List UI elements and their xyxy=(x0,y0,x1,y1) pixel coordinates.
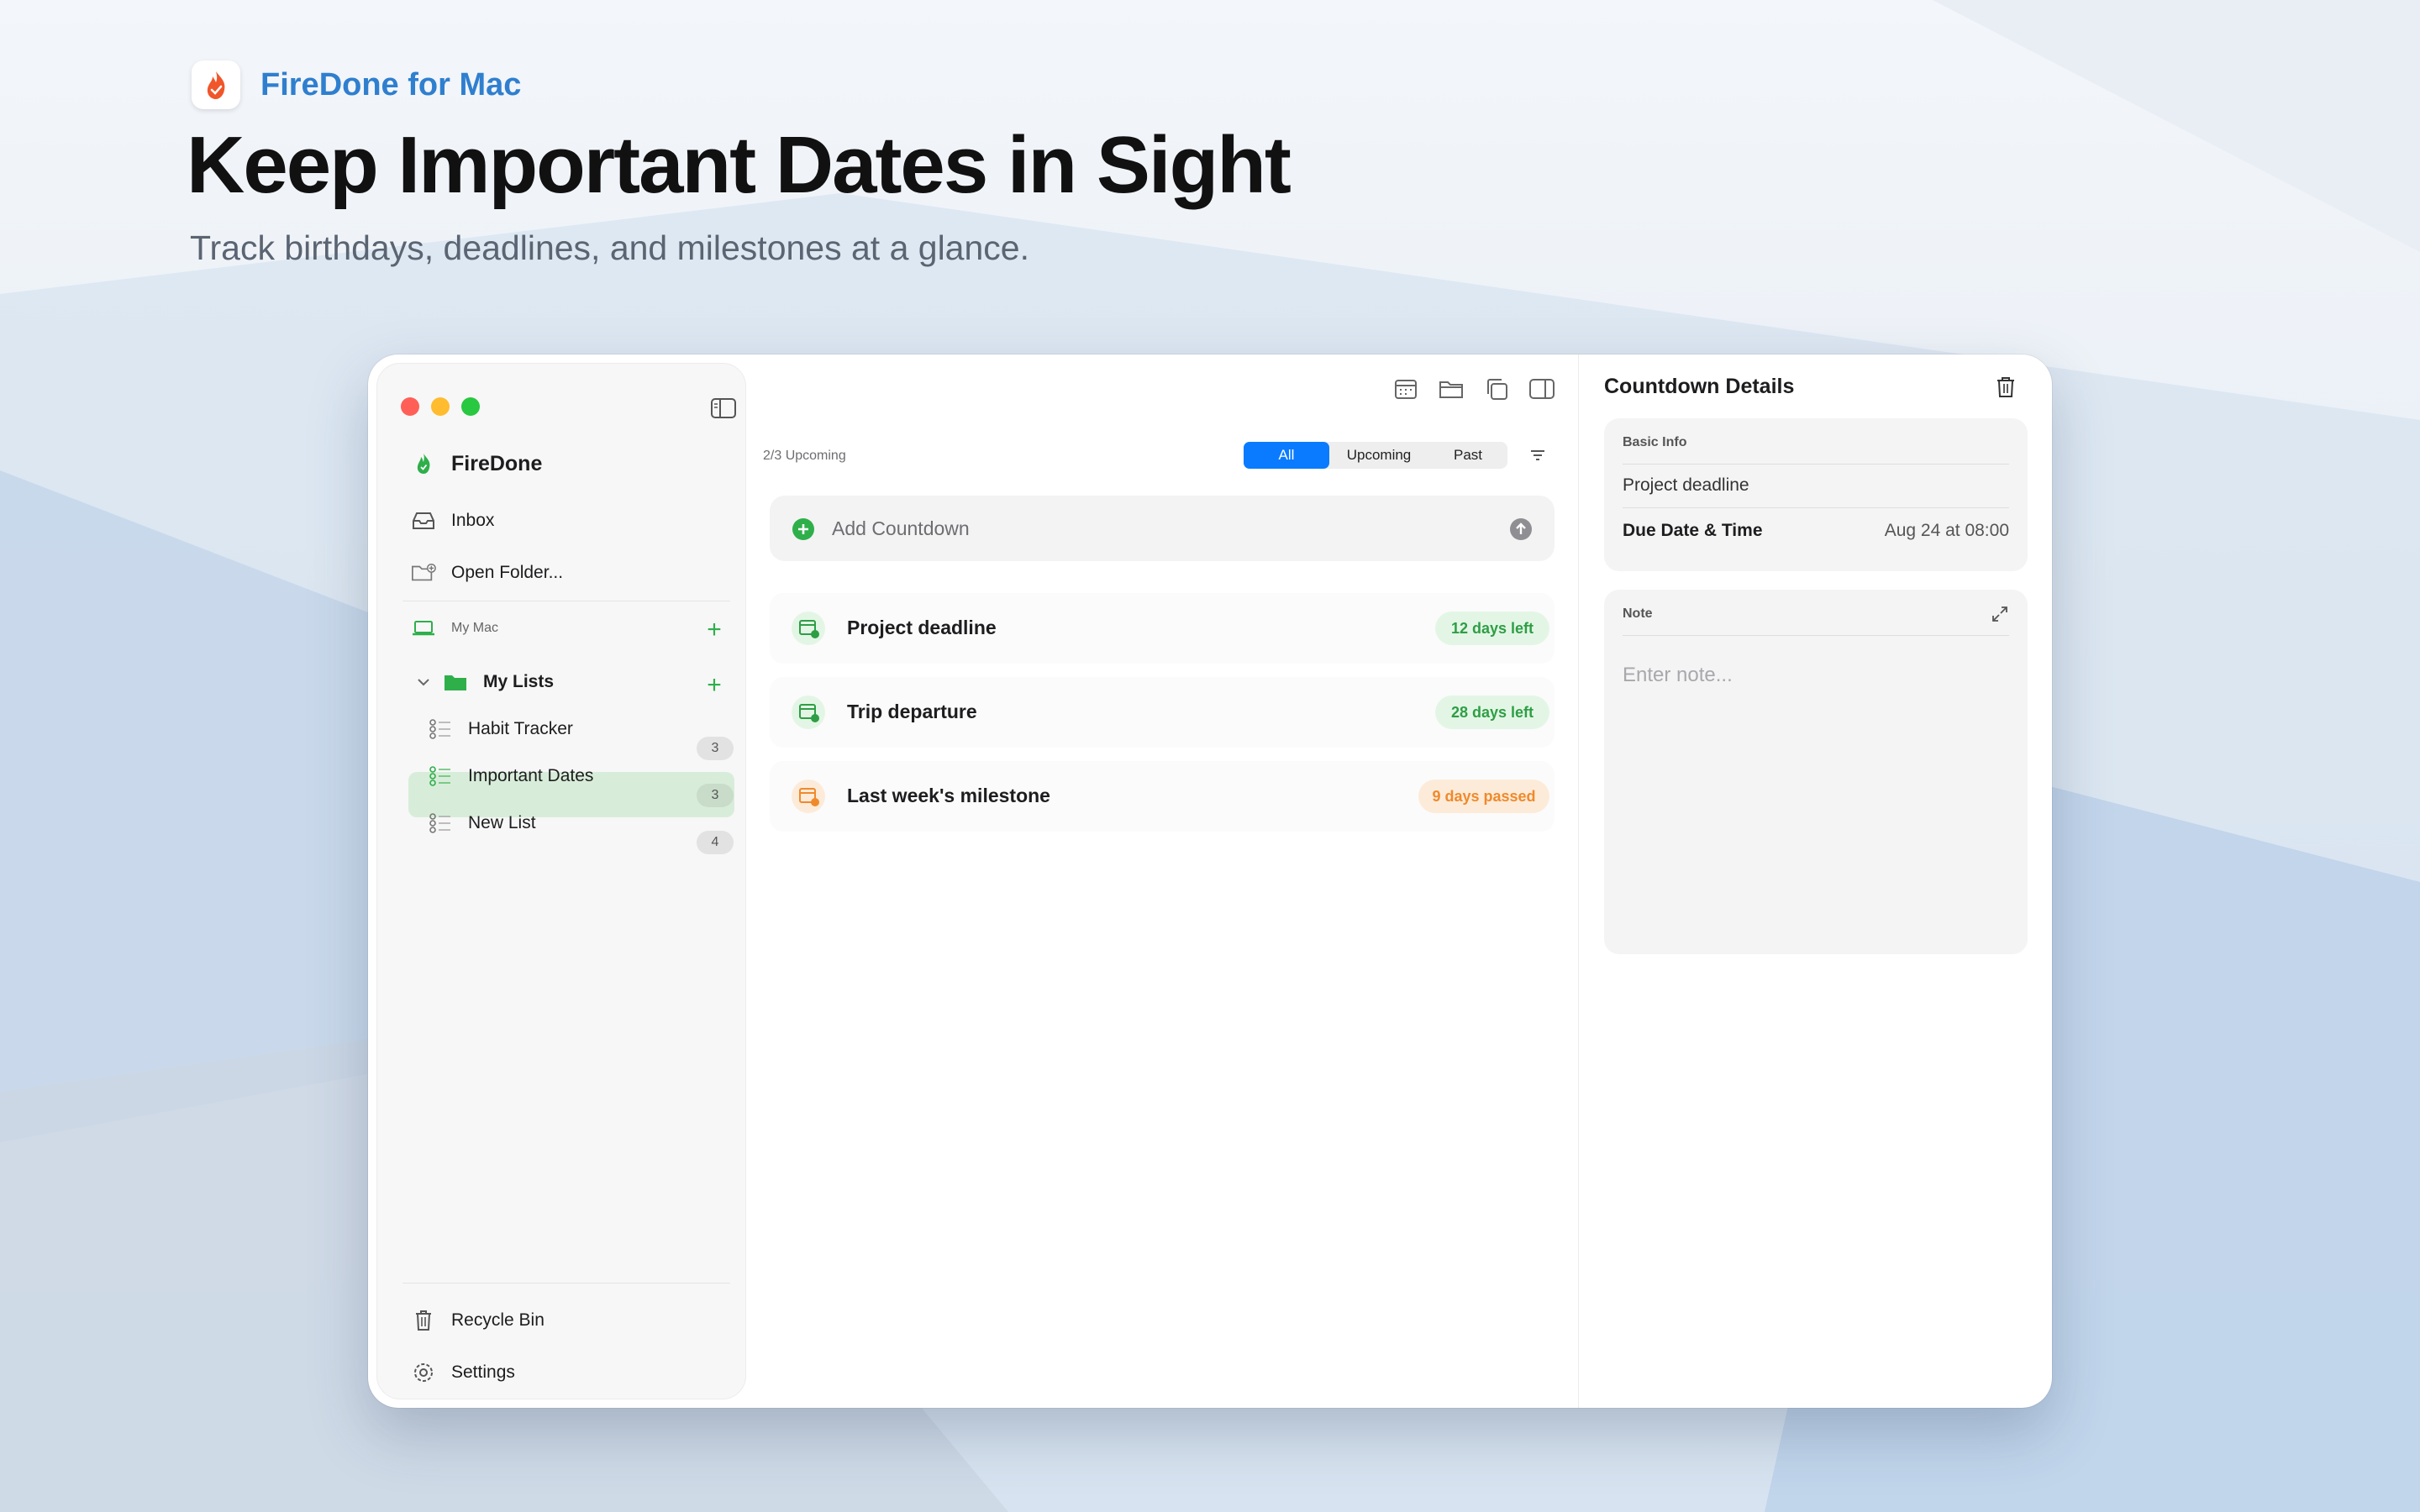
trash-icon xyxy=(411,1308,436,1333)
countdown-item[interactable]: Project deadline 12 days left xyxy=(770,593,1555,664)
close-window-button[interactable] xyxy=(401,397,419,416)
list-label: New List xyxy=(468,813,536,832)
brand: FireDone for Mac xyxy=(192,60,521,109)
app-name: FireDone xyxy=(451,451,543,475)
sidebar-app-title: FireDone xyxy=(411,451,542,476)
chevron-down-icon[interactable] xyxy=(411,669,436,695)
countdown-item[interactable]: Trip departure 28 days left xyxy=(770,677,1555,748)
list-icon xyxy=(428,717,453,742)
countdown-title: Last week's milestone xyxy=(847,785,1050,806)
countdown-title: Trip departure xyxy=(847,701,977,722)
flame-icon xyxy=(411,451,436,476)
note-card: Note Enter note... xyxy=(1604,590,2028,954)
plus-icon xyxy=(792,517,815,541)
panel-right-icon[interactable] xyxy=(1528,375,1556,403)
copy-icon[interactable] xyxy=(1482,375,1511,403)
details-title: Countdown Details xyxy=(1604,375,1795,398)
inbox-icon xyxy=(411,508,436,533)
calendar-icon xyxy=(792,780,825,813)
arrow-up-icon[interactable] xyxy=(1509,517,1533,541)
section-label: My Mac xyxy=(451,621,498,635)
calendar-icon[interactable] xyxy=(1392,375,1420,403)
hero-title: Keep Important Dates in Sight xyxy=(187,120,1292,210)
sidebar-item-settings[interactable]: Settings xyxy=(411,1360,515,1385)
due-date-label: Due Date & Time xyxy=(1623,521,1763,540)
add-countdown-input[interactable]: Add Countdown xyxy=(832,517,970,540)
filter-all[interactable]: All xyxy=(1244,442,1329,469)
zoom-window-button[interactable] xyxy=(461,397,480,416)
countdown-name-field[interactable]: Project deadline xyxy=(1623,475,1749,496)
section-my-mac: My Mac xyxy=(411,616,498,641)
expand-icon[interactable] xyxy=(1991,605,2009,623)
divider xyxy=(1623,507,2009,508)
status-badge: 9 days passed xyxy=(1418,780,1549,813)
note-input[interactable]: Enter note... xyxy=(1623,664,1733,687)
flame-icon xyxy=(192,60,240,109)
divider xyxy=(1623,464,2009,465)
app-window: FireDone Inbox Open Folder... My Mac + M… xyxy=(368,354,2052,1408)
sidebar-item-label: Inbox xyxy=(451,511,495,530)
add-location-button[interactable]: + xyxy=(703,617,725,643)
laptop-icon xyxy=(411,616,436,641)
status-badge: 28 days left xyxy=(1435,696,1549,729)
brand-name: FireDone for Mac xyxy=(260,66,522,102)
sidebar-item-label: Settings xyxy=(451,1362,515,1382)
sidebar-item-open-folder[interactable]: Open Folder... xyxy=(411,560,563,585)
due-date-value[interactable]: Aug 24 at 08:00 xyxy=(1885,521,2009,541)
note-label: Note xyxy=(1623,606,1653,621)
group-my-lists[interactable]: My Lists xyxy=(411,669,554,695)
folder-icon xyxy=(443,669,468,695)
status-badge: 12 days left xyxy=(1435,612,1549,645)
minimize-window-button[interactable] xyxy=(431,397,450,416)
sidebar-item-inbox[interactable]: Inbox xyxy=(411,508,494,533)
filter-segmented-control: All Upcoming Past xyxy=(1244,442,1507,469)
group-label: My Lists xyxy=(483,672,555,691)
calendar-icon xyxy=(792,612,825,645)
list-icon xyxy=(428,811,453,836)
list-item-new-list[interactable]: New List xyxy=(428,811,536,836)
trash-icon[interactable] xyxy=(1994,375,2018,400)
sidebar-item-recycle-bin[interactable]: Recycle Bin xyxy=(411,1308,544,1333)
list-item-habit-tracker[interactable]: Habit Tracker xyxy=(428,717,573,742)
list-icon xyxy=(428,764,453,789)
filter-icon[interactable] xyxy=(1528,445,1548,465)
list-item-important-dates[interactable]: Important Dates xyxy=(428,764,593,789)
details-panel: Countdown Details Basic Info Project dea… xyxy=(1578,354,2052,1408)
filter-past[interactable]: Past xyxy=(1428,442,1507,469)
sidebar: FireDone Inbox Open Folder... My Mac + M… xyxy=(376,363,746,1399)
gear-icon xyxy=(411,1360,436,1385)
countdown-title: Project deadline xyxy=(847,617,997,638)
add-list-button[interactable]: + xyxy=(703,673,725,698)
list-label: Habit Tracker xyxy=(468,719,573,738)
list-count-badge: 3 xyxy=(697,784,734,807)
divider xyxy=(402,1283,730,1284)
basic-info-label: Basic Info xyxy=(1623,435,1687,449)
basic-info-card: Basic Info Project deadline Due Date & T… xyxy=(1604,418,2028,571)
folder-add-icon xyxy=(411,560,436,585)
hero-subtitle: Track birthdays, deadlines, and mileston… xyxy=(190,228,1029,267)
list-count-badge: 3 xyxy=(697,737,734,760)
sidebar-item-label: Recycle Bin xyxy=(451,1310,544,1330)
list-label: Important Dates xyxy=(468,766,594,785)
countdown-item[interactable]: Last week's milestone 9 days passed xyxy=(770,761,1555,832)
upcoming-summary: 2/3 Upcoming xyxy=(763,449,846,463)
filter-upcoming[interactable]: Upcoming xyxy=(1329,442,1428,469)
sidebar-item-label: Open Folder... xyxy=(451,563,564,582)
add-countdown-bar[interactable]: Add Countdown xyxy=(770,496,1555,561)
sidebar-toggle-icon[interactable] xyxy=(710,397,737,419)
folder-open-icon[interactable] xyxy=(1437,375,1465,403)
list-count-badge: 4 xyxy=(697,831,734,854)
divider xyxy=(1623,635,2009,636)
calendar-icon xyxy=(792,696,825,729)
